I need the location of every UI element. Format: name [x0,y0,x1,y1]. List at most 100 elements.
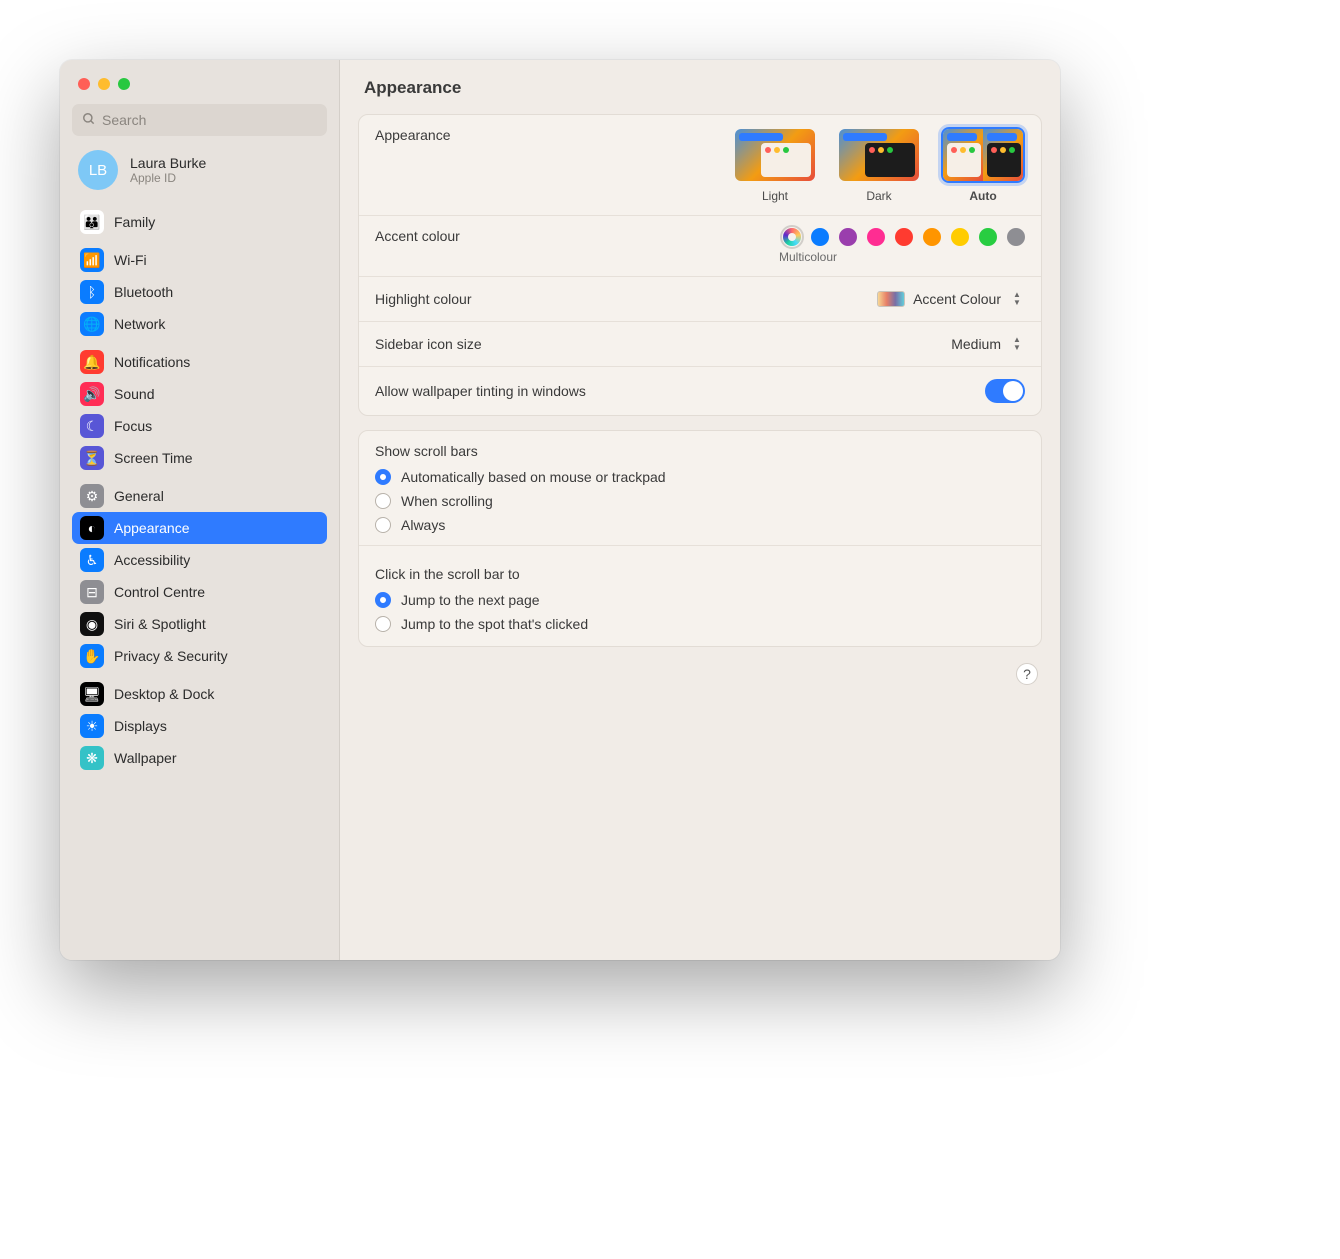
appearance-label: Appearance [375,127,451,143]
search-placeholder: Search [102,112,146,128]
accent-color-8[interactable] [1007,228,1025,246]
sidebar-icon: ⏳ [80,446,104,470]
sidebar-icon: ◉ [80,612,104,636]
sidebar: Search LB Laura Burke Apple ID 👪Family 📶 W… [60,60,340,960]
sidebar-item-label: General [114,488,164,504]
radio-icon [375,616,391,632]
scrollbars-option-0[interactable]: Automatically based on mouse or trackpad [359,465,1041,489]
settings-window: Search LB Laura Burke Apple ID 👪Family 📶 W… [60,60,1060,960]
sidebar-item-network[interactable]: 🌐Network [72,308,327,340]
sidebar-item-label: Privacy & Security [114,648,228,664]
search-input[interactable]: Search [72,104,327,136]
appearance-panel: Appearance Light Dark Auto Accent colour M… [358,114,1042,416]
radio-icon [375,493,391,509]
sidebar-item-label: Siri & Spotlight [114,616,206,632]
accent-color-7[interactable] [979,228,997,246]
sidebar-item-desktop-dock[interactable]: 🖥Desktop & Dock [72,678,327,710]
sidebar-icon: ☾ [80,414,104,438]
sidebar-item-label: Wi-Fi [114,252,147,268]
accent-color-5[interactable] [923,228,941,246]
page-title: Appearance [340,60,1060,114]
sidebar-item-privacy-security[interactable]: ✋ Privacy & Security [72,640,327,672]
sidebar-icon: ✋ [80,644,104,668]
sidebar-item-label: Screen Time [114,450,193,466]
scrollclick-option-1[interactable]: Jump to the spot that's clicked [359,612,1041,636]
account-sub: Apple ID [130,171,206,185]
radio-icon [375,517,391,533]
sidebar-item-accessibility[interactable]: ♿︎ Accessibility [72,544,327,576]
scrollbars-option-1[interactable]: When scrolling [359,489,1041,513]
sidebar-item-sound[interactable]: 🔊 Sound [72,378,327,410]
sidebar-item-label: Appearance [114,520,190,536]
search-icon [82,112,96,129]
help-button[interactable]: ? [1016,663,1038,685]
sidebar-item-label: Displays [114,718,167,734]
sidebar-item-label: Wallpaper [114,750,177,766]
accent-color-2[interactable] [839,228,857,246]
chevron-updown-icon: ▲▼ [1009,334,1025,354]
accent-color-0[interactable] [783,228,801,246]
sidebar-item-focus[interactable]: ☾ Focus [72,410,327,442]
accent-colors [783,228,1025,246]
radio-label: Jump to the spot that's clicked [401,616,588,632]
sidebar-item-bluetooth[interactable]: ᛒ Bluetooth [72,276,327,308]
accent-color-3[interactable] [867,228,885,246]
radio-icon [375,469,391,485]
tinting-label: Allow wallpaper tinting in windows [375,383,586,399]
scrollclick-label: Click in the scroll bar to [359,554,1041,588]
accent-caption: Multicolour [779,250,837,264]
minimize-button[interactable] [98,78,110,90]
window-controls [72,72,327,104]
appearance-option-auto[interactable]: Auto [941,127,1025,203]
account-row[interactable]: LB Laura Burke Apple ID [72,136,327,200]
sidebar-icon: ❋ [80,746,104,770]
sidebar-icon: 🔊 [80,382,104,406]
sidebar-item-label: Focus [114,418,152,434]
close-button[interactable] [78,78,90,90]
sidebar-item-displays[interactable]: ☀Displays [72,710,327,742]
appearance-option-label: Auto [969,189,996,203]
scroll-panel: Show scroll bars Automatically based on … [358,430,1042,647]
sidebar-item-notifications[interactable]: 🔔Notifications [72,346,327,378]
scrollclick-option-0[interactable]: Jump to the next page [359,588,1041,612]
sidebar-item-wallpaper[interactable]: ❋ Wallpaper [72,742,327,774]
sidebar-item-label: Bluetooth [114,284,173,300]
radio-label: Jump to the next page [401,592,540,608]
sidebar-item-control-centre[interactable]: ⊟Control Centre [72,576,327,608]
scrollbars-option-2[interactable]: Always [359,513,1041,537]
sidebar-icon: ᛒ [80,280,104,304]
avatar: LB [78,150,118,190]
appearance-option-light[interactable]: Light [733,127,817,203]
sidebar-icon: ⊟ [80,580,104,604]
iconsize-select[interactable]: Medium ▲▼ [951,334,1025,354]
zoom-button[interactable] [118,78,130,90]
sidebar-item-siri-spotlight[interactable]: ◉ Siri & Spotlight [72,608,327,640]
sidebar-item-label: Sound [114,386,154,402]
sidebar-item-appearance[interactable]: ◐Appearance [72,512,327,544]
accent-color-4[interactable] [895,228,913,246]
sidebar-item-screen-time[interactable]: ⏳ Screen Time [72,442,327,474]
highlight-swatch [877,291,905,307]
iconsize-value: Medium [951,336,1001,352]
highlight-select[interactable]: Accent Colour ▲▼ [877,289,1025,309]
appearance-option-dark[interactable]: Dark [837,127,921,203]
sidebar-icon: ⚙ [80,484,104,508]
sidebar-item-wi-fi[interactable]: 📶 Wi-Fi [72,244,327,276]
tinting-toggle[interactable] [985,379,1025,403]
sidebar-item-general[interactable]: ⚙ General [72,480,327,512]
iconsize-label: Sidebar icon size [375,336,482,352]
sidebar-icon: ♿︎ [80,548,104,572]
accent-label: Accent colour [375,228,460,244]
accent-color-6[interactable] [951,228,969,246]
account-name: Laura Burke [130,155,206,171]
sidebar-icon: 🖥 [80,682,104,706]
appearance-option-label: Dark [866,189,891,203]
scrollbars-label: Show scroll bars [359,431,1041,465]
accent-color-1[interactable] [811,228,829,246]
appearance-option-label: Light [762,189,788,203]
radio-icon [375,592,391,608]
chevron-updown-icon: ▲▼ [1009,289,1025,309]
sidebar-icon: 📶 [80,248,104,272]
sidebar-item-label: Accessibility [114,552,190,568]
sidebar-item-family[interactable]: 👪Family [72,206,327,238]
